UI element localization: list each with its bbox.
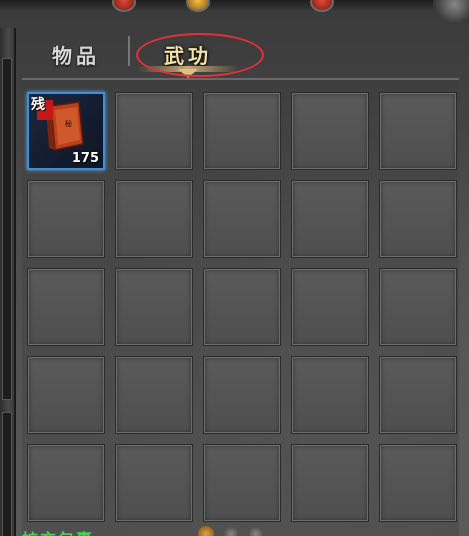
inventory-slot[interactable] [291, 444, 369, 522]
inventory-panel: 秘 残 175 [22, 78, 459, 536]
inventory-grid: 秘 残 175 [27, 92, 457, 522]
grey-orb-icon [223, 526, 240, 536]
inventory-slot[interactable]: 秘 残 175 [27, 92, 105, 170]
inventory-slot[interactable] [203, 92, 281, 170]
inventory-slot[interactable] [379, 268, 457, 346]
left-panel-bar [2, 58, 12, 400]
corner-ornament [433, 0, 469, 22]
inventory-slot[interactable] [27, 444, 105, 522]
inventory-slot[interactable] [379, 92, 457, 170]
inventory-slot[interactable] [291, 268, 369, 346]
tab-bar: 物品 武功 [22, 28, 459, 78]
left-panel-edge [0, 28, 16, 536]
left-panel-bar [2, 412, 12, 536]
tab-divider [128, 36, 130, 66]
svg-text:秘: 秘 [65, 119, 72, 128]
inventory-slot[interactable] [291, 180, 369, 258]
inventory-slot[interactable] [27, 268, 105, 346]
inventory-slot[interactable] [203, 268, 281, 346]
inventory-slot[interactable] [291, 356, 369, 434]
expand-bag-link[interactable]: 扩充包裹 [22, 526, 94, 536]
fragment-badge: 残 [31, 97, 45, 113]
inventory-slot[interactable] [115, 268, 193, 346]
gold-gem-icon [186, 0, 210, 12]
inventory-slot[interactable] [115, 180, 193, 258]
inventory-slot[interactable] [27, 180, 105, 258]
red-gem-icon [310, 0, 334, 12]
red-gem-icon [112, 0, 136, 12]
inventory-slot[interactable] [115, 92, 193, 170]
grey-orb-icon [248, 526, 265, 536]
inventory-slot[interactable] [379, 444, 457, 522]
gold-orb-icon [198, 526, 214, 536]
inventory-slot[interactable] [203, 356, 281, 434]
inventory-slot[interactable] [115, 356, 193, 434]
inventory-slot[interactable] [291, 92, 369, 170]
inventory-slot[interactable] [203, 180, 281, 258]
tab-items[interactable]: 物品 [28, 36, 124, 72]
inventory-slot[interactable] [379, 356, 457, 434]
bottom-orbs [198, 526, 268, 536]
item-count: 175 [71, 151, 99, 166]
inventory-slot[interactable] [115, 444, 193, 522]
inventory-slot[interactable] [379, 180, 457, 258]
highlight-ring [136, 33, 264, 77]
top-frame [0, 0, 469, 12]
inventory-slot[interactable] [27, 356, 105, 434]
inventory-slot[interactable] [203, 444, 281, 522]
inventory-screen: 物品 武功 秘 残 175 [0, 0, 469, 536]
